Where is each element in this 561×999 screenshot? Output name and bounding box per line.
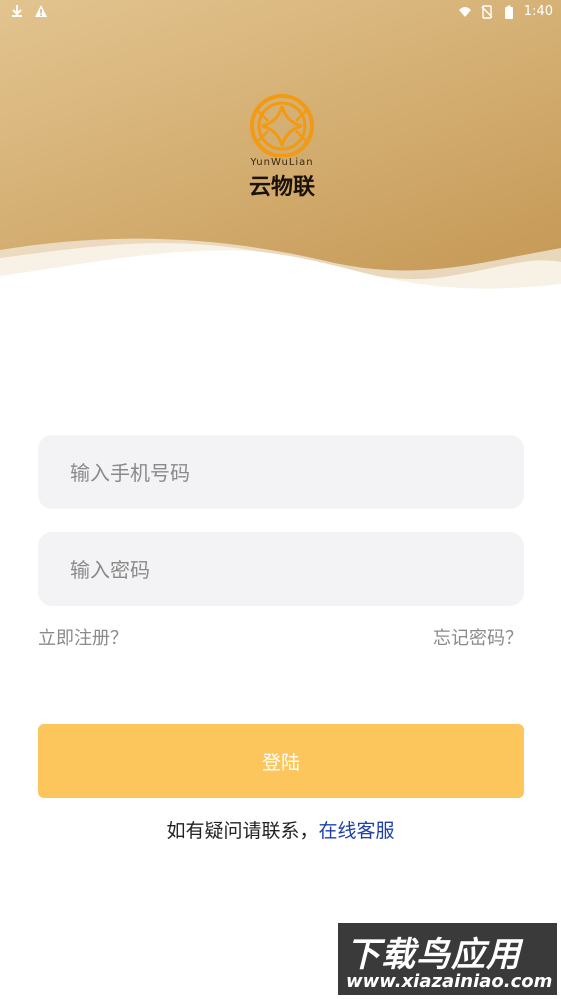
app-logo: YunWuLian 云物联 [244,93,320,213]
status-bar: 1:40 [0,0,561,24]
download-icon [12,5,22,17]
no-sim-icon [481,4,493,19]
logo-emblem-icon [250,94,314,158]
register-link[interactable]: 立即注册？ [38,624,128,650]
watermark-title: 下载鸟应用 [346,935,521,975]
customer-service-link[interactable]: 在线客服 [319,820,395,842]
brand-name-cn: 云物联 [248,174,315,200]
phone-input[interactable] [68,435,512,511]
login-button[interactable]: 登陆 [38,724,524,798]
watermark: 下载鸟应用 www.xiazainiao.com [336,921,559,997]
battery-icon [504,5,513,19]
password-input[interactable] [68,532,512,608]
phone-field[interactable] [38,435,524,511]
warning-icon [35,5,47,17]
password-field[interactable] [38,532,524,608]
help-text: 如有疑问请联系，在线客服 [0,816,561,843]
brand-name-en: YunWuLian [250,157,314,168]
status-time: 1:40 [523,4,553,19]
forgot-password-link[interactable]: 忘记密码？ [433,624,523,650]
wifi-icon [458,6,471,17]
watermark-url: www.xiazainiao.com [346,971,553,992]
help-label: 如有疑问请联系， [166,820,319,842]
